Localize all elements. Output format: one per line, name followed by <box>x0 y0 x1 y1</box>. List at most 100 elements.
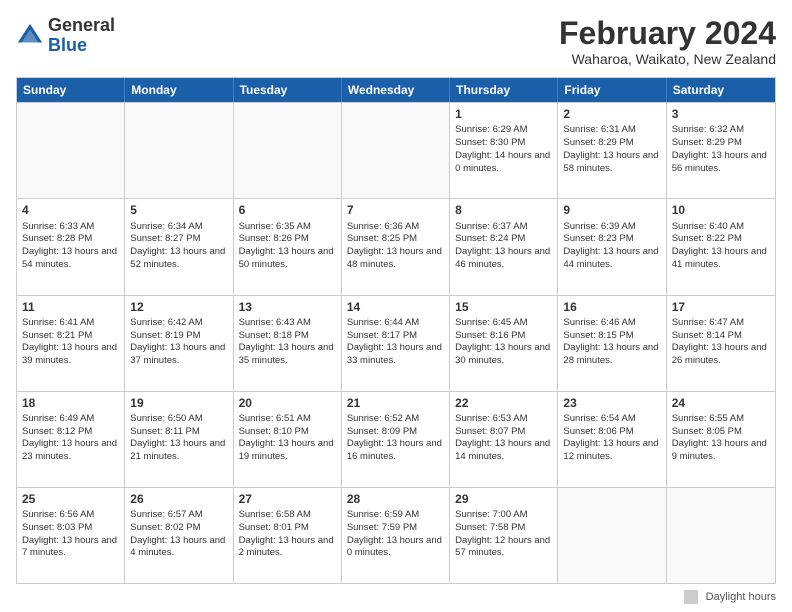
calendar-cell: 8Sunrise: 6:37 AMSunset: 8:24 PMDaylight… <box>450 199 558 294</box>
legend-box <box>684 590 698 604</box>
daylight-text: Daylight: 13 hours and 33 minutes. <box>347 342 444 368</box>
calendar-cell: 28Sunrise: 6:59 AMSunset: 7:59 PMDayligh… <box>342 488 450 583</box>
daylight-text: Daylight: 13 hours and 4 minutes. <box>130 535 227 561</box>
sunrise-text: Sunrise: 6:32 AM <box>672 124 770 137</box>
daylight-text: Daylight: 13 hours and 14 minutes. <box>455 438 552 464</box>
calendar-cell: 1Sunrise: 6:29 AMSunset: 8:30 PMDaylight… <box>450 103 558 198</box>
calendar-row: 25Sunrise: 6:56 AMSunset: 8:03 PMDayligh… <box>17 487 775 583</box>
calendar-cell: 26Sunrise: 6:57 AMSunset: 8:02 PMDayligh… <box>125 488 233 583</box>
sunrise-text: Sunrise: 6:56 AM <box>22 509 119 522</box>
calendar-cell: 12Sunrise: 6:42 AMSunset: 8:19 PMDayligh… <box>125 296 233 391</box>
sunrise-text: Sunrise: 6:50 AM <box>130 413 227 426</box>
sunrise-text: Sunrise: 6:47 AM <box>672 317 770 330</box>
sunrise-text: Sunrise: 6:36 AM <box>347 221 444 234</box>
logo-icon <box>16 22 44 50</box>
calendar-cell: 27Sunrise: 6:58 AMSunset: 8:01 PMDayligh… <box>234 488 342 583</box>
sunset-text: Sunset: 7:58 PM <box>455 522 552 535</box>
calendar-cell <box>667 488 775 583</box>
sunrise-text: Sunrise: 6:33 AM <box>22 221 119 234</box>
daylight-text: Daylight: 13 hours and 12 minutes. <box>563 438 660 464</box>
sunset-text: Sunset: 8:09 PM <box>347 426 444 439</box>
calendar-cell: 11Sunrise: 6:41 AMSunset: 8:21 PMDayligh… <box>17 296 125 391</box>
calendar-cell: 5Sunrise: 6:34 AMSunset: 8:27 PMDaylight… <box>125 199 233 294</box>
day-number: 29 <box>455 491 552 507</box>
day-number: 24 <box>672 395 770 411</box>
sunrise-text: Sunrise: 6:58 AM <box>239 509 336 522</box>
daylight-text: Daylight: 13 hours and 39 minutes. <box>22 342 119 368</box>
daylight-text: Daylight: 13 hours and 21 minutes. <box>130 438 227 464</box>
daylight-text: Daylight: 13 hours and 50 minutes. <box>239 246 336 272</box>
calendar-cell: 19Sunrise: 6:50 AMSunset: 8:11 PMDayligh… <box>125 392 233 487</box>
sunset-text: Sunset: 8:14 PM <box>672 330 770 343</box>
sunrise-text: Sunrise: 6:43 AM <box>239 317 336 330</box>
daylight-text: Daylight: 13 hours and 30 minutes. <box>455 342 552 368</box>
day-number: 2 <box>563 106 660 122</box>
calendar-cell: 16 Sunrise: 6:46 AMSunset: 8:15 PMDayligh… <box>558 296 666 391</box>
sunset-text: Sunset: 8:24 PM <box>455 233 552 246</box>
sunrise-text: Sunrise: 6:45 AM <box>455 317 552 330</box>
calendar-cell <box>234 103 342 198</box>
calendar-cell: 13Sunrise: 6:43 AMSunset: 8:18 PMDayligh… <box>234 296 342 391</box>
day-number: 1 <box>455 106 552 122</box>
calendar-cell <box>558 488 666 583</box>
sunset-text: Sunset: 8:03 PM <box>22 522 119 535</box>
sunset-text: Sunset: 8:29 PM <box>563 137 660 150</box>
calendar: SundayMondayTuesdayWednesdayThursdayFrid… <box>16 77 776 584</box>
daylight-text: Daylight: 13 hours and 41 minutes. <box>672 246 770 272</box>
sunset-text: Sunset: 8:15 PM <box>563 330 660 343</box>
day-number: 20 <box>239 395 336 411</box>
sunrise-text: Sunrise: 6:35 AM <box>239 221 336 234</box>
daylight-text: Daylight: 12 hours and 57 minutes. <box>455 535 552 561</box>
day-number: 26 <box>130 491 227 507</box>
day-number: 25 <box>22 491 119 507</box>
logo-text: General Blue <box>48 16 115 56</box>
calendar-cell: 9Sunrise: 6:39 AMSunset: 8:23 PMDaylight… <box>558 199 666 294</box>
sunrise-text: Sunrise: 6:42 AM <box>130 317 227 330</box>
day-number: 22 <box>455 395 552 411</box>
day-number: 4 <box>22 202 119 218</box>
calendar-cell: 20Sunrise: 6:51 AMSunset: 8:10 PMDayligh… <box>234 392 342 487</box>
logo-general: General <box>48 16 115 36</box>
daylight-text: Daylight: 13 hours and 28 minutes. <box>563 342 660 368</box>
sunrise-text: Sunrise: 6:57 AM <box>130 509 227 522</box>
sunset-text: Sunset: 8:22 PM <box>672 233 770 246</box>
day-number: 15 <box>455 299 552 315</box>
day-number: 7 <box>347 202 444 218</box>
daylight-text: Daylight: 13 hours and 7 minutes. <box>22 535 119 561</box>
sunrise-text: Sunrise: 6:41 AM <box>22 317 119 330</box>
calendar-cell: 7Sunrise: 6:36 AMSunset: 8:25 PMDaylight… <box>342 199 450 294</box>
day-number: 16 <box>563 299 660 315</box>
day-number: 9 <box>563 202 660 218</box>
daylight-text: Daylight: 13 hours and 54 minutes. <box>22 246 119 272</box>
calendar-cell: 6Sunrise: 6:35 AMSunset: 8:26 PMDaylight… <box>234 199 342 294</box>
day-number: 3 <box>672 106 770 122</box>
logo: General Blue <box>16 16 115 56</box>
calendar-header: SundayMondayTuesdayWednesdayThursdayFrid… <box>17 78 775 102</box>
daylight-text: Daylight: 13 hours and 44 minutes. <box>563 246 660 272</box>
sunrise-text: Sunrise: 6:46 AM <box>563 317 660 330</box>
calendar-body: 1Sunrise: 6:29 AMSunset: 8:30 PMDaylight… <box>17 102 775 583</box>
daylight-text: Daylight: 13 hours and 2 minutes. <box>239 535 336 561</box>
sunrise-text: Sunrise: 6:53 AM <box>455 413 552 426</box>
sunset-text: Sunset: 8:18 PM <box>239 330 336 343</box>
day-number: 28 <box>347 491 444 507</box>
calendar-cell <box>125 103 233 198</box>
calendar-header-day: Wednesday <box>342 78 450 102</box>
title-section: February 2024 Waharoa, Waikato, New Zeal… <box>559 16 776 67</box>
day-number: 18 <box>22 395 119 411</box>
sunset-text: Sunset: 8:26 PM <box>239 233 336 246</box>
sunrise-text: Sunrise: 6:39 AM <box>563 221 660 234</box>
sunrise-text: Sunrise: 6:52 AM <box>347 413 444 426</box>
sunset-text: Sunset: 8:30 PM <box>455 137 552 150</box>
day-number: 10 <box>672 202 770 218</box>
day-number: 13 <box>239 299 336 315</box>
calendar-header-day: Saturday <box>667 78 775 102</box>
calendar-cell: 25 Sunrise: 6:56 AMSunset: 8:03 PMDayligh… <box>17 488 125 583</box>
daylight-text: Daylight: 14 hours and 0 minutes. <box>455 150 552 176</box>
calendar-header-day: Sunday <box>17 78 125 102</box>
daylight-text: Daylight: 13 hours and 19 minutes. <box>239 438 336 464</box>
legend: Daylight hours <box>16 590 776 604</box>
daylight-text: Daylight: 13 hours and 52 minutes. <box>130 246 227 272</box>
legend-label: Daylight hours <box>706 591 776 603</box>
daylight-text: Daylight: 13 hours and 0 minutes. <box>347 535 444 561</box>
